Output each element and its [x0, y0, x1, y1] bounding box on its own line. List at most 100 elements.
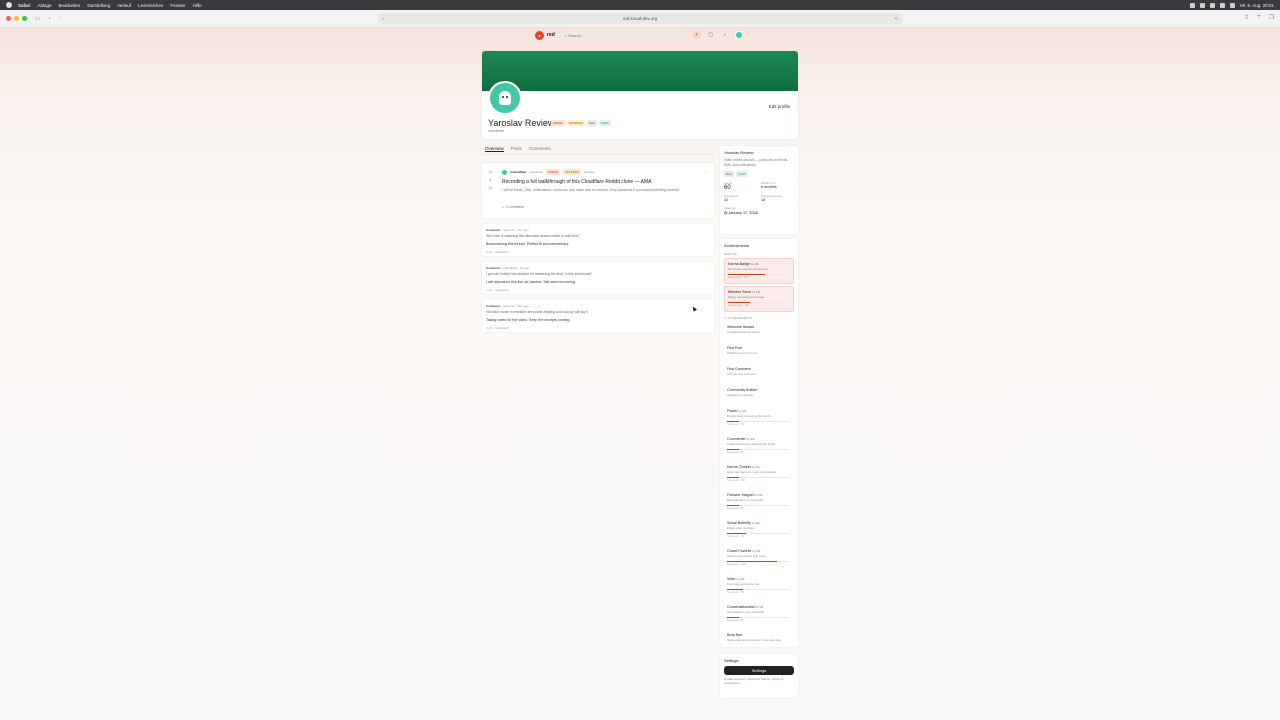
menu-app[interactable]: Safari [18, 3, 31, 8]
menu-lesezeichen[interactable]: Lesezeichen [138, 3, 163, 8]
post-card[interactable]: ◇ 1 ◇ r/cloudflare u/reviewer ADMIN VETE… [482, 163, 714, 218]
comment-parent-title[interactable]: I got rate limited into oblivion for ref… [486, 272, 710, 276]
comment-card[interactable]: Comment · r/general · 18m ago Who else i… [482, 224, 714, 256]
post-author[interactable]: u/reviewer [529, 170, 543, 174]
comment-kind: Comment [486, 228, 500, 232]
comment-parent-title[interactable]: Who else is watching this allocation dra… [486, 234, 710, 238]
translate-icon[interactable]: ⟲ [894, 16, 898, 22]
achievement-description: Grow your karma to move up the ladder [727, 470, 777, 474]
menu-fenster[interactable]: Fenster [170, 3, 185, 8]
menu-darstellung[interactable]: Darstellung [87, 3, 110, 8]
menu-hilfe[interactable]: Hilfe [193, 3, 202, 8]
settings-title: Settings [724, 658, 739, 663]
achievement-item[interactable]: Member SinceLv 1/6 Badge earned at accoun… [724, 286, 794, 312]
achievement-name: Conversationalist [727, 605, 755, 609]
minimize-window-button[interactable] [14, 16, 19, 21]
tab-overview-icon[interactable]: ❐ [1269, 14, 1274, 21]
menu-bearbeiten[interactable]: Bearbeiten [59, 3, 81, 8]
status-icon[interactable] [1190, 2, 1196, 8]
achievement-progress-bar [727, 617, 789, 618]
achievement-item[interactable]: Busy Bee Make posts and comments in the s… [724, 630, 794, 649]
comment-reply-link[interactable]: Interacted [495, 250, 508, 254]
achievement-item[interactable]: Karma ClimberLv 1/6 Grow your karma to mo… [724, 462, 794, 488]
achievement-progress-text: Next level · 100 [727, 479, 746, 482]
address-bar[interactable]: ≡ red.koval-dev.org ⟲ [378, 13, 902, 24]
achievement-item[interactable]: Social ButterflyLv 1/6 Follow other membe… [724, 518, 794, 544]
new-tab-icon[interactable]: + [1257, 14, 1261, 21]
tab-comments[interactable]: Comments [529, 146, 551, 152]
comment-text: Bookmarking this thread. Perfect B-roll … [486, 242, 570, 246]
post-comments-link[interactable]: ▱ 3 comments [502, 205, 524, 209]
comment-parent-title[interactable]: Hot take: mode in r/redulev are power-tr… [486, 310, 710, 314]
sidebar-toggle-icon[interactable]: ▭ [35, 15, 41, 22]
achievement-item[interactable]: First Comment Left your first comment [724, 364, 794, 383]
achievement-name: Poster [727, 409, 738, 413]
achievement-item[interactable]: Follower MagnetLv 1/6 Earn followers on y… [724, 490, 794, 516]
achievement-description: Cast votes across the site [727, 582, 760, 586]
logo-icon[interactable]: ● [535, 30, 544, 40]
achievement-item[interactable]: Welcome Aboard Completed account set-up [724, 322, 794, 341]
comment-card[interactable]: Comment · r/cloudflare · 2h ago I got ra… [482, 262, 714, 294]
comment-community[interactable]: r/general [503, 228, 515, 232]
brand-name[interactable]: red [547, 32, 555, 38]
achievement-item[interactable]: ConversationalistLv 1/6 Get replies on yo… [724, 602, 794, 628]
achievement-item[interactable]: CommenterLv 1/6 Leave comments to level u… [724, 434, 794, 460]
edit-profile-button[interactable]: Edit profile [769, 104, 790, 109]
comment-reply-link[interactable]: Interacted [495, 288, 508, 292]
comment-community[interactable]: r/general [503, 304, 515, 308]
achievement-progress-fill [727, 533, 746, 534]
reader-icon[interactable]: ≡ [382, 16, 385, 21]
profile-handle: u/reviewer [488, 129, 505, 133]
achievement-item[interactable]: First Post Published your first post [724, 343, 794, 362]
post-title[interactable]: Recording a full walkthrough of this Clo… [502, 179, 702, 185]
forward-icon[interactable]: › [59, 16, 61, 22]
menu-ablage[interactable]: Ablage [38, 3, 52, 8]
achievement-item[interactable]: PosterLv 1/6 Publish posts to level up th… [724, 406, 794, 432]
back-icon[interactable]: ‹ [49, 16, 51, 22]
about-badge-new: New [724, 170, 735, 177]
community-avatar [502, 169, 507, 175]
post-community[interactable]: r/cloudflare [510, 170, 526, 174]
upvote-icon[interactable]: ◇ [489, 169, 492, 174]
bell-icon[interactable]: ♪ [721, 31, 729, 39]
achievement-progress-text: Next level · 25 [727, 507, 744, 510]
achievement-name: Crowd Favorite [727, 549, 752, 553]
user-avatar[interactable] [734, 31, 743, 39]
app-header: ● red ⌕ + ▢ ♪ [535, 30, 745, 40]
tab-posts[interactable]: Posts [511, 146, 522, 152]
messages-icon[interactable]: ▢ [707, 31, 715, 39]
create-post-button[interactable]: + [692, 31, 701, 39]
achievement-item[interactable]: Community Builder Created a community [724, 385, 794, 404]
search-box[interactable]: ⌕ [560, 31, 687, 39]
achievement-item[interactable]: Crowd FavoriteLv 4/6 Have a post reach a … [724, 546, 794, 572]
post-time: 11h ago [584, 170, 595, 174]
settings-button[interactable]: Settings [724, 666, 794, 675]
achievement-item[interactable]: VoterLv 1/6 Cast votes across the site Nex… [724, 574, 794, 600]
achievement-description: Badge earned at account age [728, 295, 765, 299]
comment-card[interactable]: Comment · r/general · 14m ago Hot take: … [482, 300, 714, 332]
menubar-clock[interactable]: Mi. 6. Aug. 20:01 [1240, 3, 1274, 8]
close-window-button[interactable] [6, 16, 11, 21]
comment-reply-link[interactable]: Interacted [495, 326, 508, 330]
profile-tabs: Overview Posts Comments [482, 146, 714, 155]
achievement-progress-text: Next level · 10 [727, 535, 744, 538]
downvote-icon[interactable]: ◇ [489, 185, 492, 190]
share-icon[interactable]: ⇪ [1244, 14, 1249, 21]
battery-icon[interactable] [1200, 2, 1206, 8]
tab-overview[interactable]: Overview [485, 146, 504, 152]
wifi-icon[interactable] [1210, 2, 1216, 8]
badges-section-label: BADGES [724, 252, 737, 256]
control-center-icon[interactable] [1230, 2, 1236, 8]
apple-icon[interactable] [6, 2, 12, 8]
zoom-window-button[interactable] [22, 16, 27, 21]
search-icon[interactable] [1220, 2, 1226, 8]
achievement-description: Leave comments to level up this trophy [727, 442, 776, 446]
achievement-progress-fill [727, 449, 740, 450]
search-input[interactable] [568, 32, 679, 38]
achievement-item[interactable]: Karma BadgeLv 1/6 Next badge earned at ka… [724, 258, 794, 284]
achievement-progress-bar [727, 477, 789, 478]
achievement-progress-bar [728, 302, 790, 303]
more-options-icon[interactable]: ⋯ [704, 169, 708, 174]
comment-community[interactable]: r/cloudflare [503, 266, 518, 270]
menu-verlauf[interactable]: Verlauf [117, 3, 131, 8]
